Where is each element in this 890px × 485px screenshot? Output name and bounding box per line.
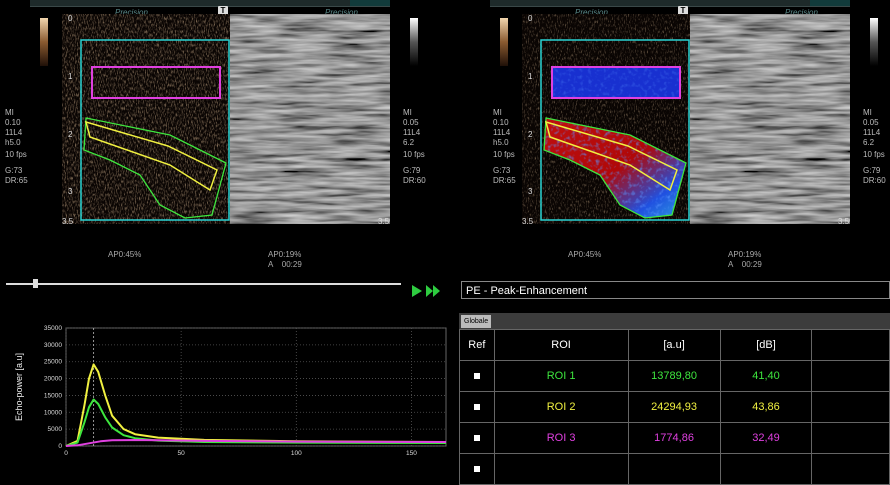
column-header: [dB] <box>719 329 813 361</box>
depth-label: 3.5 <box>62 217 74 226</box>
x-tick-label: 100 <box>291 450 302 457</box>
x-tick-label: 0 <box>64 450 68 457</box>
roi-table: Ref ROI [a.u] [dB] ROI 1 13789,80 41,40 … <box>459 329 890 485</box>
depth-label: 3.5 <box>522 217 534 226</box>
y-axis-label: Echo-power [a.u] <box>14 353 24 421</box>
play-icon[interactable] <box>412 285 422 297</box>
roi-3-parametric-fill <box>552 67 680 98</box>
ap-left-readout: AP0:45% <box>108 250 142 259</box>
depth-label: 3.5 <box>838 217 850 226</box>
db-value: 43,86 <box>719 391 813 423</box>
column-header: ROI <box>493 329 629 361</box>
ap-left-readout: AP0:45% <box>568 250 602 259</box>
left-ultrasound-panel: Precision T Precision MI 0.10 11L4 h5.0 10 f… <box>0 0 440 275</box>
ap-right-readout: AP0:19% A 00:29 <box>268 250 302 269</box>
db-value: 32,49 <box>719 422 813 454</box>
y-tick-label: 30000 <box>44 342 62 349</box>
tab-globale[interactable]: Globale <box>461 315 492 328</box>
depth-label: 1 <box>528 72 533 81</box>
column-header: [a.u] <box>627 329 721 361</box>
db-value: 41,40 <box>719 360 813 392</box>
au-value: 1774,86 <box>627 422 721 454</box>
column-header: Ref <box>459 329 495 361</box>
fast-forward-icon[interactable] <box>426 285 442 297</box>
timeline-slider-thumb[interactable] <box>33 279 38 288</box>
au-value: 13789,80 <box>627 360 721 392</box>
roi-overlay <box>80 39 230 221</box>
y-tick-label: 0 <box>58 443 62 450</box>
ref-checkbox[interactable] <box>459 391 495 423</box>
right-ultrasound-panel: Precision T Precision MI 0.10 11L4 h5.0 … <box>460 0 890 275</box>
table-row[interactable]: ROI 2 24294,93 43,86 <box>459 391 890 423</box>
parameter-selector[interactable]: PE - Peak-Enhancement <box>461 281 890 299</box>
depth-label: 3 <box>528 187 533 196</box>
y-tick-label: 5000 <box>48 426 63 433</box>
ref-checkbox[interactable] <box>459 422 495 454</box>
ref-checkbox[interactable] <box>459 453 495 485</box>
acquisition-info-left: MI 0.10 11L4 h5.0 10 fps G:73 DR:65 <box>5 108 28 185</box>
roi-1-outline[interactable] <box>83 117 227 219</box>
column-header <box>811 329 890 361</box>
depth-label: 2 <box>68 130 73 139</box>
time-intensity-chart: 0 5000 10000 15000 20000 25000 30000 35000 0 50 10… <box>0 318 452 460</box>
y-tick-label: 35000 <box>44 325 62 332</box>
acquisition-info-left: MI 0.10 11L4 h5.0 10 fps G:73 DR:65 <box>493 108 516 185</box>
roi-name: ROI 3 <box>493 422 629 454</box>
ref-checkbox[interactable] <box>459 360 495 392</box>
roi-name: ROI 1 <box>493 360 629 392</box>
timeline-slider-track[interactable] <box>6 283 401 285</box>
y-tick-label: 10000 <box>44 409 62 416</box>
depth-label: 3.5 <box>378 217 390 226</box>
roi-3-outline[interactable] <box>91 66 221 99</box>
table-header-row: Ref ROI [a.u] [dB] <box>459 329 890 361</box>
depth-label: 2 <box>528 130 533 139</box>
acquisition-info-right: MI 0.05 11L4 6.2 10 fps G:79 DR:60 <box>403 108 426 185</box>
table-row[interactable]: ROI 3 1774,86 32,49 <box>459 422 890 454</box>
chart-svg: 0 5000 10000 15000 20000 25000 30000 35000 0 50 10… <box>14 325 447 457</box>
ap-right-readout: AP0:19% A 00:29 <box>728 250 762 269</box>
tab-bar: Globale <box>459 313 890 329</box>
depth-label: 3 <box>68 187 73 196</box>
table-row[interactable]: ROI 1 13789,80 41,40 <box>459 360 890 392</box>
parametric-overlay <box>540 39 690 221</box>
au-value: 24294,93 <box>627 391 721 423</box>
acquisition-info-right: MI 0.05 11L4 6.2 10 fps G:79 DR:60 <box>863 108 886 185</box>
depth-label: 0 <box>68 14 73 23</box>
y-tick-label: 25000 <box>44 359 62 366</box>
depth-label: 1 <box>68 72 73 81</box>
y-tick-label: 20000 <box>44 376 62 383</box>
y-tick-label: 15000 <box>44 392 62 399</box>
roi-name: ROI 2 <box>493 391 629 423</box>
x-tick-label: 150 <box>406 450 417 457</box>
table-row[interactable] <box>459 453 890 485</box>
depth-label: 0 <box>528 14 533 23</box>
roi-2-outline[interactable] <box>84 120 218 192</box>
x-tick-label: 50 <box>178 450 186 457</box>
